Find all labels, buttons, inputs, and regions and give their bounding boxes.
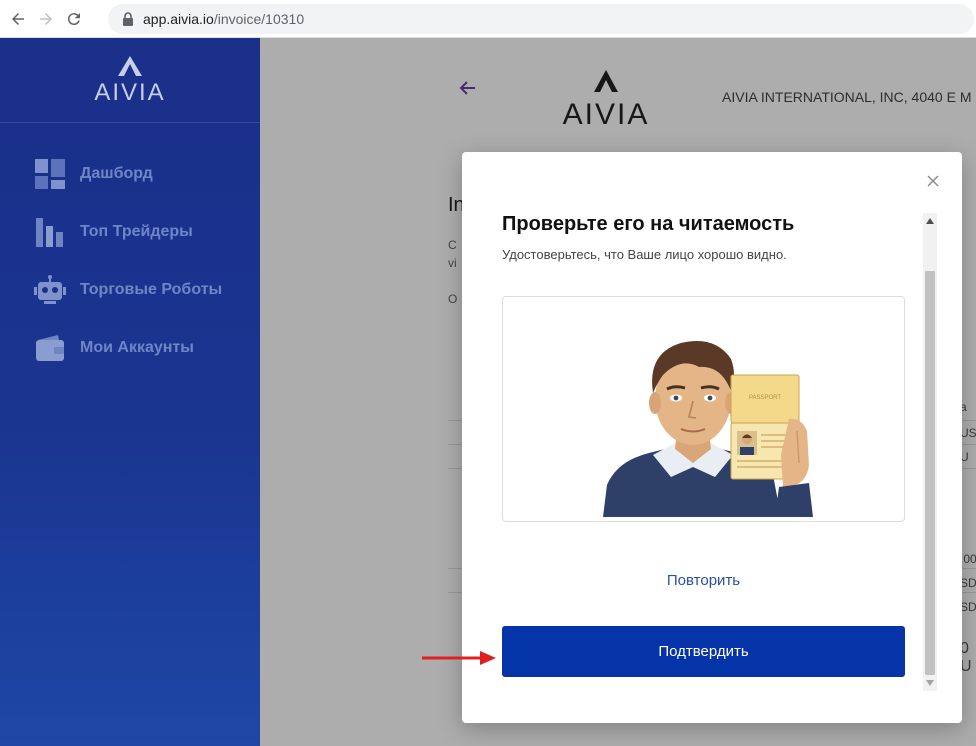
- person-with-passport-illustration: PASSPORT: [603, 341, 813, 517]
- sidebar-menu: Дашборд Топ Трейдеры Торговые Роботы Мои…: [0, 123, 260, 377]
- forward-button[interactable]: [36, 9, 56, 29]
- reload-icon: [67, 12, 80, 25]
- arrow-left-icon: [12, 12, 24, 25]
- triangle-down-icon: [926, 680, 934, 686]
- address-bar[interactable]: app.aivia.io/invoice/10310: [108, 4, 974, 34]
- sidebar-item-label: Топ Трейдеры: [80, 223, 193, 240]
- lock-icon: [123, 12, 133, 26]
- triangle-up-icon: [926, 218, 934, 224]
- url-text: app.aivia.io/invoice/10310: [143, 11, 304, 27]
- arrow-right-icon: [40, 12, 52, 25]
- sidebar-item-label: Торговые Роботы: [80, 281, 223, 298]
- modal-title: Проверьте его на читаемость: [502, 213, 795, 235]
- bar-chart-icon: [36, 218, 63, 247]
- selfie-preview: PASSPORT: [502, 296, 905, 522]
- modal-scrollbar[interactable]: [923, 213, 937, 691]
- url-host: app.aivia.io: [143, 11, 214, 27]
- sidebar-item-label: Дашборд: [80, 165, 153, 182]
- sidebar-item-dashboard[interactable]: Дашборд: [0, 145, 260, 203]
- scroll-up-button[interactable]: [923, 213, 937, 229]
- robot-icon: [34, 275, 66, 304]
- passport-label: PASSPORT: [749, 395, 781, 401]
- annotation-arrow-icon: [422, 651, 496, 665]
- wallet-icon: [36, 335, 64, 361]
- scroll-down-button[interactable]: [923, 675, 937, 691]
- sidebar-item-trading-robots[interactable]: Торговые Роботы: [0, 261, 260, 319]
- back-button[interactable]: [8, 9, 28, 29]
- sidebar-logo[interactable]: AIVIA: [0, 38, 260, 123]
- sidebar: AIVIA Дашборд Топ Трейдеры Торговые Робо…: [0, 38, 260, 746]
- reload-button[interactable]: [64, 9, 84, 29]
- close-icon[interactable]: [926, 174, 940, 188]
- sidebar-item-top-traders[interactable]: Топ Трейдеры: [0, 203, 260, 261]
- confirm-button[interactable]: Подтвердить: [502, 626, 905, 677]
- sidebar-logo-text: AIVIA: [94, 79, 165, 106]
- url-path: /invoice/10310: [213, 11, 305, 27]
- sidebar-item-my-accounts[interactable]: Мои Аккаунты: [0, 319, 260, 377]
- scrollbar-thumb[interactable]: [925, 271, 935, 675]
- sidebar-item-label: Мои Аккаунты: [80, 339, 194, 356]
- dashboard-icon: [35, 159, 65, 189]
- aivia-logo-icon: AIVIA: [94, 56, 165, 106]
- verification-modal: Проверьте его на читаемость Удостоверьте…: [462, 152, 962, 723]
- browser-toolbar: app.aivia.io/invoice/10310: [0, 0, 976, 38]
- modal-subtitle: Удостоверьтесь, что Ваше лицо хорошо вид…: [502, 247, 787, 262]
- retry-link[interactable]: Повторить: [502, 572, 905, 589]
